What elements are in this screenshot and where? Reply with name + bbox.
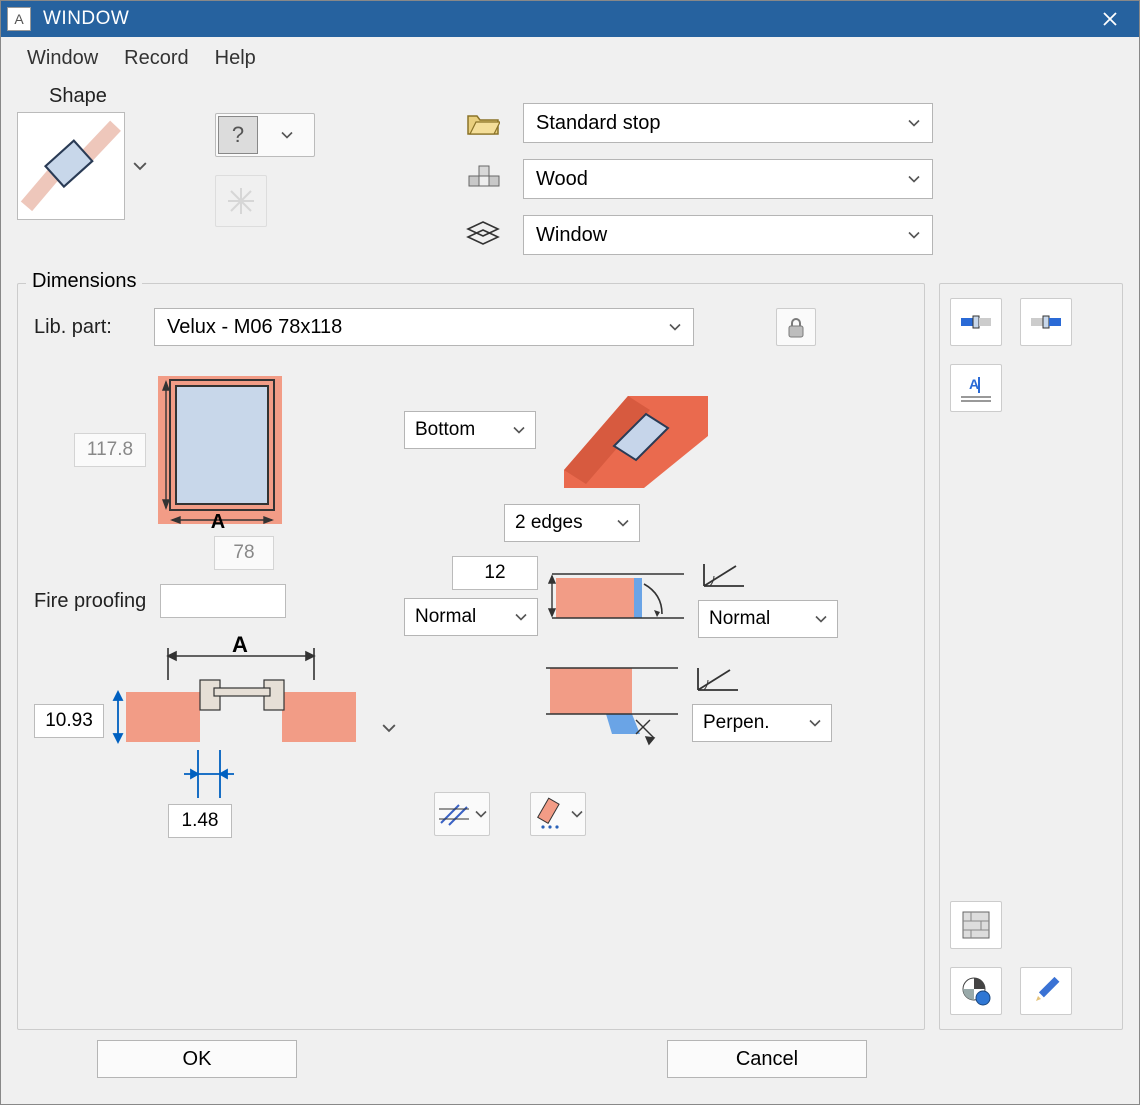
lib-part-label: Lib. part: [34,316,144,339]
fireproofing-label: Fire proofing [34,590,146,613]
side-toolbar: A [939,283,1123,1030]
chevron-down-icon [908,231,920,239]
dimensions-group: Dimensions Lib. part: Velux - M06 78x118 [17,283,925,1030]
titlebar: A WINDOW [1,1,1139,37]
roof-perspective-icon [560,370,710,490]
edges-dropdown[interactable]: 2 edges [504,504,640,542]
lock-icon [786,316,806,338]
svg-text:A: A [969,376,979,392]
shape-dropdown-chevron[interactable] [125,152,155,180]
edge-mode3-dropdown[interactable]: Perpen. [692,704,832,742]
chevron-down-icon [133,161,147,171]
svg-text:A: A [211,511,225,530]
chevron-down-icon [908,175,920,183]
color-wheel-icon [960,975,992,1007]
layers-icon [461,220,505,250]
chevron-down-icon [382,723,396,733]
edge-bottom-diagram [542,660,682,760]
dimensions-legend: Dimensions [26,270,142,293]
reference-value: Bottom [415,419,475,441]
shape-label: Shape [49,85,197,108]
pencil-button[interactable] [1020,967,1072,1015]
chevron-down-icon [669,323,681,331]
plan-section-diagram: A [104,634,374,834]
edge-mode2-dropdown[interactable]: Normal [698,600,838,638]
align-left-button[interactable] [950,298,1002,346]
offset-input[interactable] [168,804,232,838]
align-right-icon [1029,308,1063,336]
edge-mode3-value: Perpen. [703,712,770,734]
help-dropdown[interactable]: ? [215,113,315,157]
align-left-icon [959,308,993,336]
skylight-shape-icon [18,113,124,219]
angle-icon [692,660,746,696]
brick-button[interactable] [950,901,1002,949]
label-button[interactable]: A [950,364,1002,412]
edges-value: 2 edges [515,512,583,534]
material-dropdown[interactable]: Wood [523,159,933,199]
layer-dropdown[interactable]: Window [523,215,933,255]
section-dropdown-chevron[interactable] [374,714,404,742]
edge-mode1-value: Normal [415,606,476,628]
ok-button[interactable]: OK [97,1040,297,1078]
lock-button[interactable] [776,308,816,346]
cancel-button[interactable]: Cancel [667,1040,867,1078]
chevron-down-icon [809,719,821,727]
menubar: Window Record Help [1,37,1139,79]
close-button[interactable] [1087,1,1133,37]
window-front-diagram: A [150,370,290,530]
edge-mode2-value: Normal [709,608,770,630]
chevron-down-icon [815,615,827,623]
color-button[interactable] [950,967,1002,1015]
chevron-down-icon [513,426,525,434]
width-readout: 78 [214,536,274,570]
brick-icon [961,910,991,940]
close-icon [1103,12,1117,26]
freeze-button[interactable] [215,175,267,227]
edge-top-diagram [548,556,688,646]
edge-mode1-dropdown[interactable]: Normal [404,598,538,636]
height-readout: 117.8 [74,433,146,467]
folder-icon [461,110,505,136]
snowflake-icon [226,186,256,216]
question-icon: ? [218,116,258,154]
align-right-button[interactable] [1020,298,1072,346]
angle-icon [698,556,752,592]
lib-part-dropdown[interactable]: Velux - M06 78x118 [154,308,694,346]
reference-dropdown[interactable]: Bottom [404,411,536,449]
menu-record[interactable]: Record [124,47,188,70]
menu-help[interactable]: Help [215,47,256,70]
label-icon: A [959,373,993,403]
app-icon: A [7,7,31,31]
chevron-down-icon [281,131,293,139]
window-title: WINDOW [43,8,129,30]
stop-value: Standard stop [536,112,661,135]
chevron-down-icon [515,613,527,621]
wall-depth-input[interactable] [34,704,104,738]
chevron-down-icon [617,519,629,527]
pencil-icon [1032,977,1060,1005]
chevron-down-icon [908,119,920,127]
stop-dropdown[interactable]: Standard stop [523,103,933,143]
material-value: Wood [536,168,588,191]
dialog-window: A WINDOW Window Record Help Shape [0,0,1140,1105]
fireproofing-input[interactable] [160,584,286,618]
layer-value: Window [536,224,607,247]
svg-text:A: A [232,634,248,657]
profile-icon [461,164,505,194]
shape-preview[interactable] [17,112,125,220]
menu-window[interactable]: Window [27,47,98,70]
edge-dimension-input[interactable] [452,556,538,590]
lib-part-value: Velux - M06 78x118 [167,316,342,339]
